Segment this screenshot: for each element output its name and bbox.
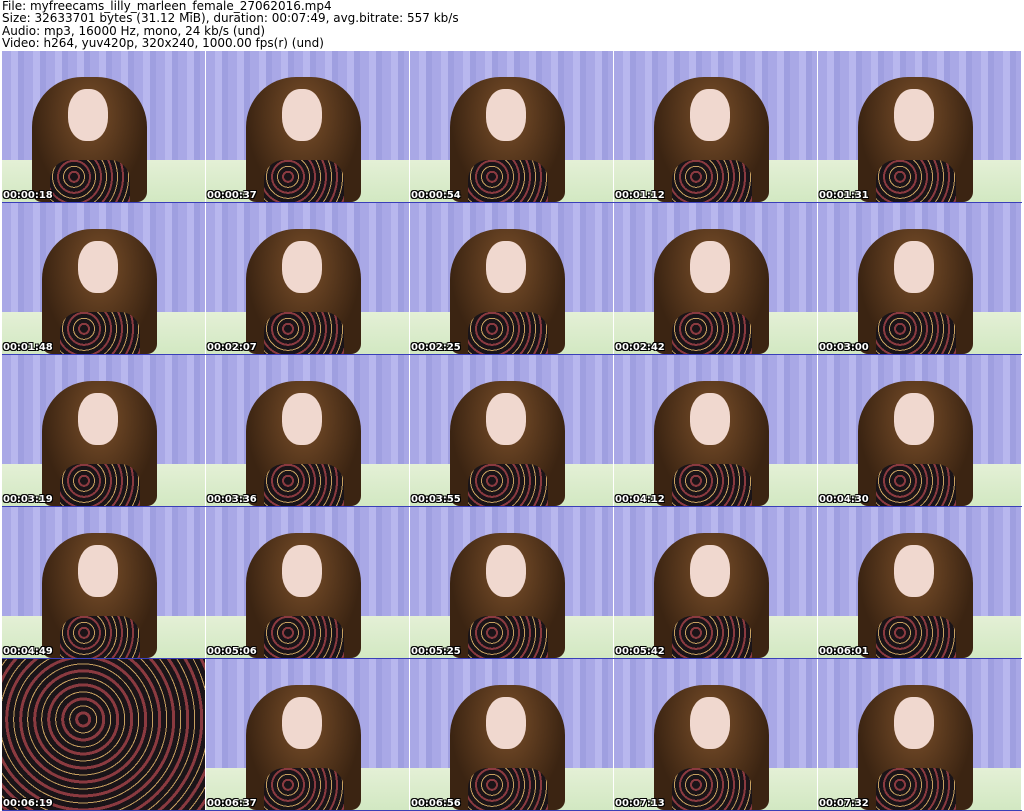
person [246, 67, 361, 202]
person [42, 371, 157, 506]
person [654, 523, 769, 658]
video-thumbnail[interactable]: 00:05:25 [410, 507, 613, 658]
timestamp: 00:03:55 [411, 494, 461, 505]
timestamp: 00:00:54 [411, 190, 461, 201]
video-thumbnail[interactable]: 00:05:42 [614, 507, 817, 658]
person [450, 219, 565, 354]
thumbnail-row: 00:01:48 00:02:07 00:02:25 00:02:42 00:03:00 [2, 203, 1022, 355]
timestamp: 00:05:25 [411, 646, 461, 657]
video-thumbnail[interactable]: 00:00:54 [410, 51, 613, 202]
timestamp: 00:04:30 [819, 494, 869, 505]
timestamp: 00:03:00 [819, 342, 869, 353]
file-size: Size: 32633701 bytes (31.12 MiB), durati… [2, 11, 459, 26]
timestamp: 00:02:42 [615, 342, 665, 353]
person [450, 523, 565, 658]
video-thumbnail[interactable]: 00:06:37 [206, 659, 409, 810]
timestamp: 00:00:18 [3, 190, 53, 201]
video-info: Video: h264, yuv420p, 320x240, 1000.00 f… [2, 35, 324, 50]
video-thumbnail[interactable]: 00:03:36 [206, 355, 409, 506]
person [858, 219, 973, 354]
video-thumbnail[interactable]: 00:01:31 [818, 51, 1021, 202]
video-thumbnail[interactable]: 00:07:32 [818, 659, 1021, 810]
thumbnail-row: 00:00:18 00:00:37 00:00:54 00:01:12 00:01:31 [2, 51, 1022, 203]
thumbnail-row: 00:06:19 00:06:37 00:06:56 00:07:13 00:07:32 [2, 659, 1022, 811]
timestamp: 00:05:06 [207, 646, 257, 657]
timestamp: 00:07:32 [819, 798, 869, 809]
person [246, 675, 361, 810]
thumbnail-grid: 00:00:18 00:00:37 00:00:54 00:01:12 00:01:31… [2, 51, 1022, 811]
person [654, 67, 769, 202]
person [858, 523, 973, 658]
person [858, 67, 973, 202]
person [654, 371, 769, 506]
timestamp: 00:04:12 [615, 494, 665, 505]
video-thumbnail[interactable]: 00:00:18 [2, 51, 205, 202]
person [246, 523, 361, 658]
timestamp: 00:05:42 [615, 646, 665, 657]
timestamp: 00:02:25 [411, 342, 461, 353]
person [858, 371, 973, 506]
video-thumbnail[interactable]: 00:01:12 [614, 51, 817, 202]
timestamp: 00:06:56 [411, 798, 461, 809]
video-thumbnail[interactable]: 00:07:13 [614, 659, 817, 810]
timestamp: 00:02:07 [207, 342, 257, 353]
timestamp: 00:01:31 [819, 190, 869, 201]
thumbnail-row: 00:03:19 00:03:36 00:03:55 00:04:12 00:04:30 [2, 355, 1022, 507]
video-thumbnail[interactable]: 00:01:48 [2, 203, 205, 354]
timestamp: 00:01:12 [615, 190, 665, 201]
person [450, 371, 565, 506]
video-thumbnail[interactable]: 00:03:19 [2, 355, 205, 506]
person [246, 371, 361, 506]
timestamp: 00:03:36 [207, 494, 257, 505]
timestamp: 00:04:49 [3, 646, 53, 657]
person [450, 67, 565, 202]
person [32, 67, 147, 202]
timestamp: 00:06:37 [207, 798, 257, 809]
timestamp: 00:00:37 [207, 190, 257, 201]
video-thumbnail[interactable]: 00:04:49 [2, 507, 205, 658]
video-thumbnail[interactable]: 00:03:55 [410, 355, 613, 506]
file-info-header: File: myfreecams_lilly_marleen_female_27… [2, 0, 459, 49]
video-thumbnail[interactable]: 00:03:00 [818, 203, 1021, 354]
person [450, 675, 565, 810]
person [858, 675, 973, 810]
person [42, 219, 157, 354]
person [42, 523, 157, 658]
person [246, 219, 361, 354]
person [654, 675, 769, 810]
video-thumbnail[interactable]: 00:06:56 [410, 659, 613, 810]
timestamp: 00:01:48 [3, 342, 53, 353]
timestamp: 00:06:01 [819, 646, 869, 657]
video-thumbnail[interactable]: 00:06:01 [818, 507, 1021, 658]
video-thumbnail[interactable]: 00:00:37 [206, 51, 409, 202]
timestamp: 00:03:19 [3, 494, 53, 505]
video-thumbnail[interactable]: 00:02:07 [206, 203, 409, 354]
thumbnail-row: 00:04:49 00:05:06 00:05:25 00:05:42 00:06:01 [2, 507, 1022, 659]
timestamp: 00:06:19 [3, 798, 53, 809]
person [654, 219, 769, 354]
video-thumbnail[interactable]: 00:04:30 [818, 355, 1021, 506]
video-thumbnail[interactable]: 00:05:06 [206, 507, 409, 658]
video-thumbnail[interactable]: 00:02:42 [614, 203, 817, 354]
video-thumbnail[interactable]: 00:02:25 [410, 203, 613, 354]
timestamp: 00:07:13 [615, 798, 665, 809]
video-thumbnail[interactable]: 00:06:19 [2, 659, 205, 810]
video-thumbnail[interactable]: 00:04:12 [614, 355, 817, 506]
